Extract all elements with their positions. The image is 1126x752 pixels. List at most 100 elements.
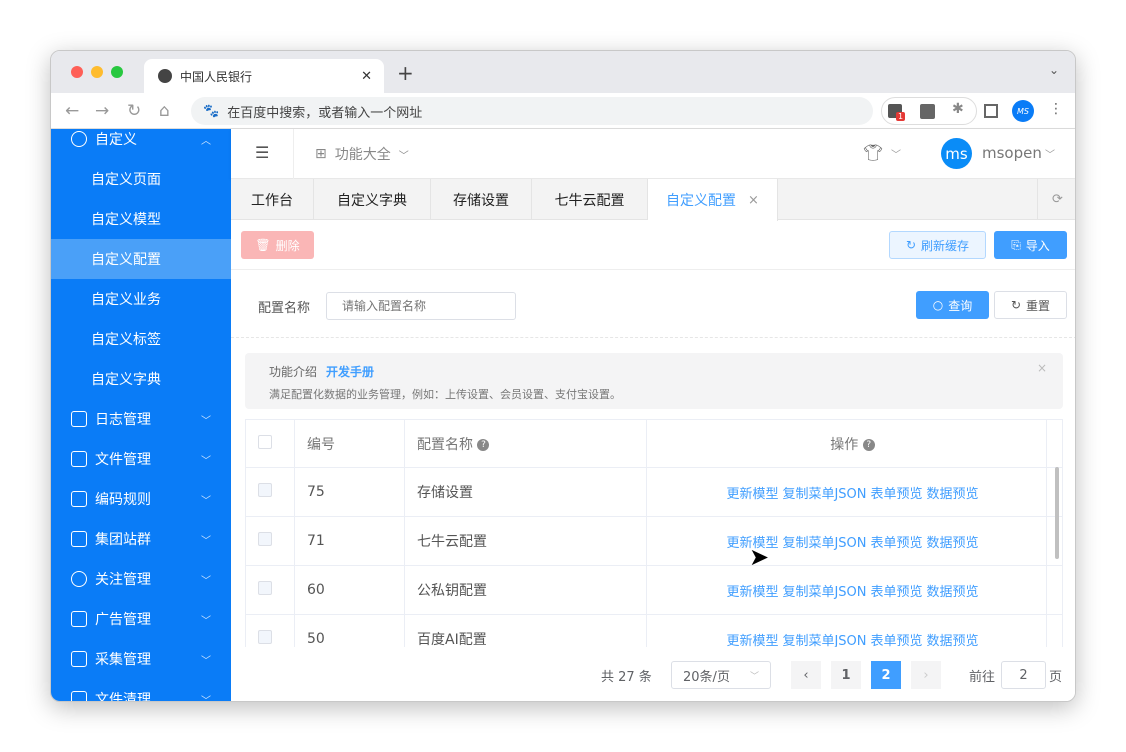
sidebar-item-custom-page[interactable]: 自定义页面: [51, 159, 231, 199]
sidebar-item-custom-config[interactable]: 自定义配置: [51, 239, 231, 279]
goto-page-input[interactable]: [1001, 661, 1046, 689]
action-link-1[interactable]: 复制菜单JSON: [782, 536, 866, 551]
address-placeholder: 在百度中搜索，或者输入一个网址: [227, 105, 423, 121]
sidebar-group-logs[interactable]: 日志管理 ﹀: [51, 399, 231, 439]
sidebar-item-custom-business[interactable]: 自定义业务: [51, 279, 231, 319]
sidebar-group-files[interactable]: 文件管理 ﹀: [51, 439, 231, 479]
import-button[interactable]: ⎘ 导入: [994, 231, 1067, 259]
close-tab-icon[interactable]: ×: [748, 193, 759, 208]
more-menu-icon[interactable]: ⋮: [1049, 101, 1063, 117]
home-icon[interactable]: ⌂: [159, 101, 170, 121]
trash-icon: 🗑︎: [255, 238, 271, 252]
puzzle-icon[interactable]: ✱: [952, 101, 964, 117]
close-window-button[interactable]: [71, 66, 83, 78]
action-link-3[interactable]: 数据预览: [927, 487, 979, 502]
reset-button[interactable]: ↻ 重置: [994, 291, 1067, 319]
new-tab-button[interactable]: +: [397, 61, 414, 85]
action-link-2[interactable]: 表单预览: [871, 585, 923, 600]
action-link-3[interactable]: 数据预览: [927, 536, 979, 551]
row-checkbox[interactable]: [258, 532, 272, 546]
page-1-button[interactable]: 1: [831, 661, 861, 689]
profile-avatar[interactable]: MS: [1012, 100, 1034, 122]
action-link-3[interactable]: 数据预览: [927, 634, 979, 648]
sidebar-item-custom-model[interactable]: 自定义模型: [51, 199, 231, 239]
chevron-down-icon: ﹀: [201, 495, 211, 507]
chevron-up-icon: ︿: [201, 135, 211, 147]
delete-button[interactable]: 🗑︎ 删除: [241, 231, 314, 259]
tab-workbench[interactable]: 工作台: [231, 179, 314, 220]
close-tab-icon[interactable]: ✕: [361, 69, 372, 84]
action-link-2[interactable]: 表单预览: [871, 634, 923, 648]
sitemap-icon: [71, 531, 87, 547]
import-label: 导入: [1025, 238, 1050, 253]
sidebar-toggle-icon[interactable]: [984, 104, 998, 118]
tab-custom-config[interactable]: 自定义配置 ×: [648, 179, 778, 221]
tab-search-chevron-icon[interactable]: ⌄: [1049, 63, 1059, 77]
help-icon[interactable]: ?: [862, 438, 875, 451]
theme-chevron-icon[interactable]: ﹀: [891, 146, 901, 161]
sidebar-group-ads[interactable]: 广告管理 ﹀: [51, 599, 231, 639]
action-link-0[interactable]: 更新模型: [726, 487, 778, 502]
reload-icon[interactable]: ↻: [127, 101, 141, 121]
sidebar-group-label: 编码规则: [95, 492, 151, 508]
browser-window: 中国人民银行 ✕ + ⌄ ← → ↻ ⌂ 🐾 在百度中搜索，或者输入一个网址 1…: [50, 50, 1076, 702]
forward-icon[interactable]: →: [95, 101, 109, 121]
action-link-1[interactable]: 复制菜单JSON: [782, 634, 866, 648]
config-name-input[interactable]: [326, 292, 516, 320]
action-link-2[interactable]: 表单预览: [871, 536, 923, 551]
user-chevron-icon[interactable]: ﹀: [1045, 146, 1055, 161]
page-size-select[interactable]: 20条/页 ﹀: [671, 661, 771, 689]
action-link-0[interactable]: 更新模型: [726, 585, 778, 600]
table-scrollbar[interactable]: [1055, 467, 1059, 559]
next-page-button[interactable]: ›: [911, 661, 941, 689]
dev-manual-link[interactable]: 开发手册: [326, 363, 374, 380]
theme-shirt-icon[interactable]: 👕︎: [863, 143, 883, 162]
feature-menu-dropdown[interactable]: ⊞ 功能大全 ﹀: [315, 144, 409, 164]
refresh-cache-button[interactable]: ↻ 刷新缓存: [889, 231, 986, 259]
select-all-checkbox[interactable]: [258, 434, 272, 449]
user-name[interactable]: msopen: [982, 144, 1042, 162]
header-id: 编号: [307, 436, 335, 453]
action-link-1[interactable]: 复制菜单JSON: [782, 487, 866, 502]
address-bar[interactable]: 🐾 在百度中搜索，或者输入一个网址: [191, 97, 873, 125]
query-button[interactable]: ○ 查询: [916, 291, 989, 319]
sidebar-group-follow[interactable]: 关注管理 ﹀: [51, 559, 231, 599]
tab-storage[interactable]: 存储设置: [431, 179, 532, 220]
action-link-0[interactable]: 更新模型: [726, 634, 778, 648]
sidebar-group-cleanup[interactable]: 文件清理 ﹀: [51, 679, 231, 701]
user-avatar[interactable]: ms: [941, 138, 972, 169]
action-link-3[interactable]: 数据预览: [927, 585, 979, 600]
action-link-2[interactable]: 表单预览: [871, 487, 923, 502]
sidebar-section-custom[interactable]: 自定义 ︿: [51, 129, 231, 159]
sidebar-item-custom-tag[interactable]: 自定义标签: [51, 319, 231, 359]
browser-tab[interactable]: 中国人民银行 ✕: [144, 59, 384, 93]
sidebar-group-sites[interactable]: 集团站群 ﹀: [51, 519, 231, 559]
maximize-window-button[interactable]: [111, 66, 123, 78]
prev-page-button[interactable]: ‹: [791, 661, 821, 689]
back-icon[interactable]: ←: [65, 101, 79, 121]
row-checkbox[interactable]: [258, 483, 272, 497]
sidebar-group-collect[interactable]: 采集管理 ﹀: [51, 639, 231, 679]
rocket-icon: [71, 651, 87, 667]
row-name: 公私钥配置: [404, 565, 647, 615]
help-icon[interactable]: ?: [477, 438, 490, 451]
tab-custom-dict[interactable]: 自定义字典: [314, 179, 431, 220]
page-2-button[interactable]: 2: [871, 661, 901, 689]
chevron-down-icon: ﹀: [201, 575, 211, 587]
tab-qiniu[interactable]: 七牛云配置: [532, 179, 648, 220]
table-header: 编号 配置名称 ? 操作 ?: [245, 419, 1063, 468]
refresh-icon: ↻: [905, 238, 917, 252]
refresh-tabs-icon[interactable]: ⟳: [1037, 179, 1075, 220]
grid-icon[interactable]: [920, 104, 935, 119]
action-link-1[interactable]: 复制菜单JSON: [782, 585, 866, 600]
chevron-down-icon: ﹀: [201, 415, 211, 427]
row-checkbox[interactable]: [258, 630, 272, 644]
sidebar-group-code-rules[interactable]: 编码规则 ﹀: [51, 479, 231, 519]
minimize-window-button[interactable]: [91, 66, 103, 78]
notice-close-icon[interactable]: ×: [1037, 361, 1047, 375]
page-size-value: 20条/页: [683, 669, 730, 685]
config-name-label: 配置名称: [258, 301, 311, 316]
collapse-menu-icon[interactable]: ☰: [255, 143, 269, 162]
row-checkbox[interactable]: [258, 581, 272, 595]
sidebar-item-custom-dict[interactable]: 自定义字典: [51, 359, 231, 399]
